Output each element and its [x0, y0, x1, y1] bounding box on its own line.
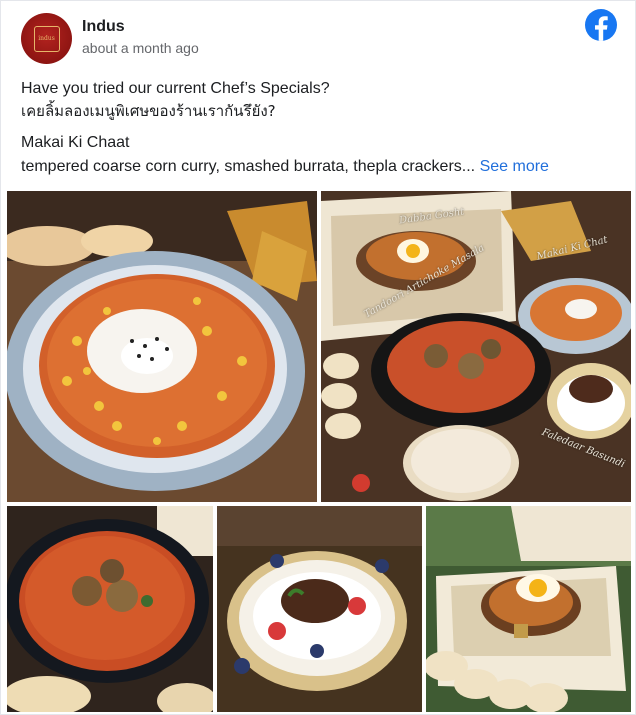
avatar-logo-text: indus	[38, 35, 55, 42]
dabba-gosht-image	[426, 506, 631, 712]
tandoori-artichoke-image	[7, 506, 213, 712]
faledaar-basundi-image	[217, 506, 422, 712]
photo-makai-ki-chaat[interactable]	[7, 191, 317, 502]
post-text-line-1: Have you tried our current Chef’s Specia…	[21, 80, 330, 97]
page-name-link[interactable]: Indus	[82, 18, 125, 36]
photo-dabba-gosht[interactable]	[426, 506, 631, 712]
facebook-f-glyph	[595, 16, 608, 41]
makai-ki-chaat-image	[7, 191, 317, 502]
see-more-link[interactable]: See more	[480, 158, 549, 175]
post-text-line-thai: เคยลิ้มลองเมนูพิเศษของร้านเรากันรึยัง?	[21, 102, 276, 120]
post-timestamp[interactable]: about a month ago	[82, 40, 199, 56]
facebook-post-card: indus Indus about a month ago Have you t…	[0, 0, 636, 715]
photo-tandoori-artichoke[interactable]	[7, 506, 213, 712]
facebook-icon[interactable]	[585, 9, 617, 41]
post-description-text: tempered coarse corn curry, smashed burr…	[21, 158, 476, 175]
post-dish-title: Makai Ki Chaat	[21, 134, 130, 151]
photo-chefs-specials-spread[interactable]: Dabba Gosht Makai Ki Chat Tandoori Artic…	[321, 191, 631, 502]
chefs-specials-spread-image	[321, 191, 631, 502]
indus-logo-icon: indus	[33, 25, 60, 52]
post-text-line-description: tempered coarse corn curry, smashed burr…	[21, 157, 549, 177]
photo-faledaar-basundi[interactable]	[217, 506, 422, 712]
page-avatar[interactable]: indus	[21, 13, 72, 64]
